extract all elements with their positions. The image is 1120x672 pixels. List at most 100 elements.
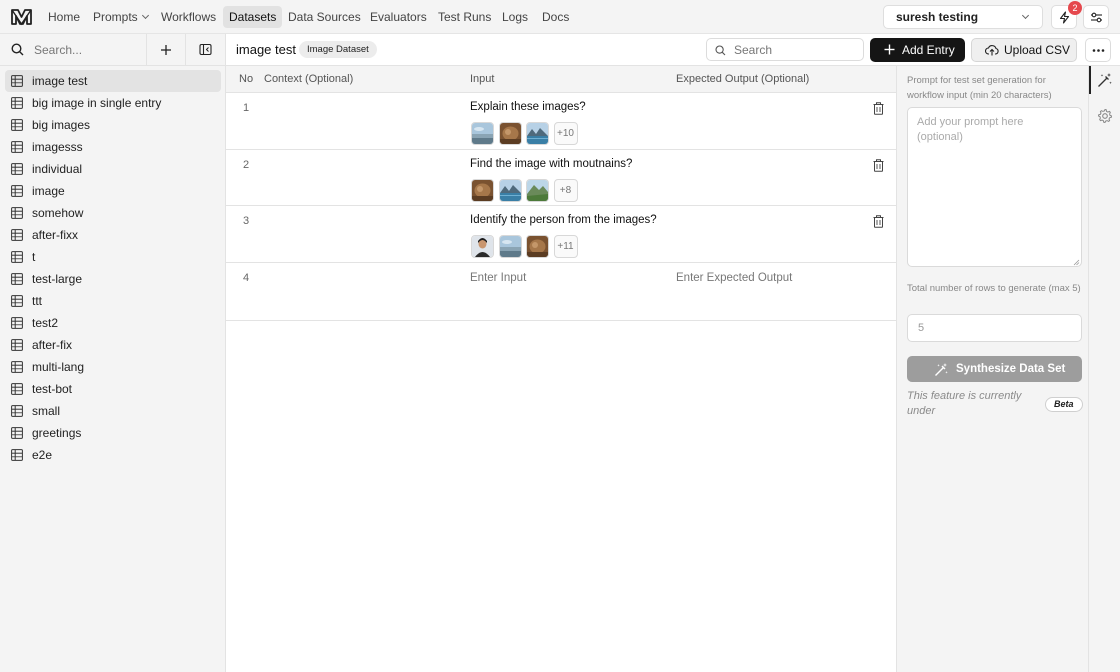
trash-icon[interactable] — [873, 102, 884, 115]
upload-csv-button[interactable]: Upload CSV — [971, 38, 1077, 62]
table-icon — [11, 163, 23, 175]
entry-search-input[interactable] — [734, 42, 854, 58]
collapse-sidebar-icon[interactable] — [199, 43, 212, 56]
sidebar-dataset-item[interactable]: big image in single entry — [5, 92, 221, 114]
more-images-count[interactable]: +10 — [553, 122, 578, 145]
input-field[interactable]: Enter Input — [470, 272, 526, 284]
more-images-count[interactable]: +8 — [553, 178, 578, 202]
sidebar-dataset-item[interactable]: image — [5, 180, 221, 202]
sidebar-dataset-item[interactable]: t — [5, 246, 221, 268]
sidebar-dataset-item[interactable]: test-bot — [5, 378, 221, 400]
column-header-expected-output: Expected Output (Optional) — [676, 73, 810, 85]
nav-item-workflows[interactable]: Workflows — [155, 6, 222, 28]
table-icon — [11, 339, 23, 351]
sidebar-dataset-label: big images — [32, 118, 91, 132]
sidebar-dataset-item[interactable]: image test — [5, 70, 221, 92]
gear-icon[interactable] — [1097, 108, 1113, 124]
input-text[interactable]: Explain these images? — [470, 101, 586, 113]
table-icon — [11, 405, 23, 417]
image-thumbnail-sky[interactable] — [471, 122, 494, 145]
sidebar-dataset-label: somehow — [32, 206, 84, 220]
new-entry-row: 4 Enter Input Enter Expected Output — [226, 262, 896, 321]
image-thumbnail-rock[interactable] — [498, 122, 522, 145]
more-images-count[interactable]: +11 — [553, 235, 578, 258]
row-number: 3 — [243, 215, 250, 227]
table-row[interactable]: 3 Identify the person from the images? +11 — [226, 206, 896, 263]
rows-count-input[interactable] — [907, 314, 1082, 342]
prompt-textarea[interactable] — [907, 107, 1082, 267]
nav-item-home[interactable]: Home — [42, 6, 86, 28]
nav-item-data-sources[interactable]: Data Sources — [282, 6, 367, 28]
dataset-title: image test — [236, 42, 296, 57]
prompt-label: Prompt for test set generation for workf… — [907, 75, 1052, 101]
nav-item-test-runs[interactable]: Test Runs — [432, 6, 497, 28]
sidebar-dataset-label: individual — [32, 162, 83, 176]
magic-wand-icon — [935, 363, 948, 376]
row-number: 4 — [243, 271, 250, 284]
synthesize-panel: Prompt for test set generation for workf… — [896, 66, 1088, 672]
input-text[interactable]: Identify the person from the images? — [470, 214, 657, 226]
nav-item-label: Test Runs — [438, 10, 492, 24]
sidebar-dataset-item[interactable]: test-large — [5, 268, 221, 290]
sidebar-dataset-item[interactable]: after-fix — [5, 334, 221, 356]
image-thumbnail-person[interactable] — [471, 235, 494, 258]
sidebar-dataset-item[interactable]: e2e — [5, 444, 221, 466]
add-dataset-icon[interactable] — [160, 43, 172, 57]
search-icon — [11, 43, 24, 56]
cloud-upload-icon — [985, 45, 999, 56]
expected-output-field[interactable]: Enter Expected Output — [676, 272, 792, 284]
table-row[interactable]: 1 Explain these images? +10 — [226, 93, 896, 150]
image-thumbnail-rock[interactable] — [526, 235, 549, 258]
sidebar-dataset-item[interactable]: somehow — [5, 202, 221, 224]
magic-wand-icon[interactable] — [1097, 72, 1113, 88]
image-thumbnail-lake[interactable] — [498, 178, 522, 202]
sidebar-dataset-item[interactable]: greetings — [5, 422, 221, 444]
sidebar-dataset-item[interactable]: after-fixx — [5, 224, 221, 246]
nav-item-datasets[interactable]: Datasets — [223, 6, 283, 28]
preferences-button[interactable] — [1083, 5, 1109, 29]
plus-icon — [884, 44, 895, 55]
workspace-select[interactable]: suresh testing — [883, 5, 1043, 29]
nav-item-prompts[interactable]: Prompts — [87, 6, 154, 28]
resize-handle-icon[interactable] — [1073, 259, 1080, 266]
sidebar-dataset-label: small — [32, 404, 61, 418]
beta-note: This feature is currently under — [907, 390, 1022, 417]
add-entry-button[interactable]: Add Entry — [870, 38, 965, 62]
table-icon — [11, 119, 23, 131]
logo-icon[interactable] — [10, 7, 33, 27]
image-thumbnail-mountain[interactable] — [526, 178, 549, 202]
image-thumbnail-sky[interactable] — [498, 235, 522, 258]
sidebar-dataset-item[interactable]: individual — [5, 158, 221, 180]
image-thumbnail-rock[interactable] — [471, 178, 494, 202]
dataset-list: image test big image in single entry big i… — [5, 70, 221, 466]
table-icon — [11, 229, 23, 241]
image-thumbnail-lake[interactable] — [526, 122, 549, 145]
sidebar-dataset-item[interactable]: multi-lang — [5, 356, 221, 378]
table-row[interactable]: 2 Find the image with moutnains? +8 — [226, 149, 896, 206]
input-text[interactable]: Find the image with moutnains? — [470, 158, 632, 170]
nav-item-label: Prompts — [93, 10, 138, 24]
sidebar-dataset-item[interactable]: imagesss — [5, 136, 221, 158]
row-number: 1 — [243, 102, 250, 114]
more-options-button[interactable] — [1085, 38, 1111, 62]
divider — [185, 34, 186, 66]
synthesize-button[interactable]: Synthesize Data Set — [907, 356, 1082, 382]
nav-item-label: Datasets — [229, 10, 277, 24]
sidebar-dataset-item[interactable]: big images — [5, 114, 221, 136]
nav-item-label: Evaluators — [370, 10, 427, 24]
nav-item-logs[interactable]: Logs — [496, 6, 534, 28]
workspace-name: suresh testing — [896, 10, 979, 24]
nav-item-docs[interactable]: Docs — [536, 6, 575, 28]
right-rail — [1088, 66, 1120, 672]
table-icon — [11, 251, 23, 263]
table-icon — [11, 141, 23, 153]
sidebar-dataset-item[interactable]: ttt — [5, 290, 221, 312]
nav-item-evaluators[interactable]: Evaluators — [364, 6, 433, 28]
trash-icon[interactable] — [873, 158, 884, 172]
sidebar-dataset-item[interactable]: test2 — [5, 312, 221, 334]
sliders-icon — [1091, 12, 1102, 23]
search-icon — [715, 45, 726, 56]
sidebar-dataset-item[interactable]: small — [5, 400, 221, 422]
sidebar-search-input[interactable] — [34, 41, 142, 59]
trash-icon[interactable] — [873, 215, 884, 228]
